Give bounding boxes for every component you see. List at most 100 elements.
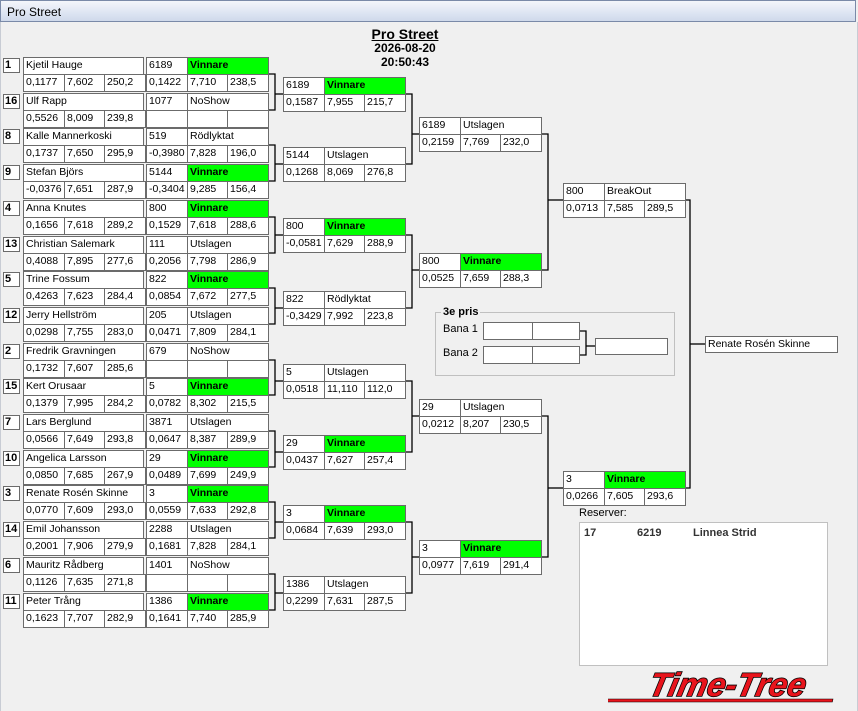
round2-status-row[interactable]: 679 NoShow (146, 343, 269, 361)
driver-name-box[interactable]: Angelica Larsson (23, 450, 144, 468)
round4-times-row[interactable]: 0,2159 7,769 232,0 (419, 134, 542, 152)
round3-status-row[interactable]: 5144 Utslagen (283, 147, 406, 165)
round2-times-row[interactable]: 0,0471 7,809 284,1 (146, 324, 269, 342)
driver-times-row[interactable]: 0,0850 7,685 267,9 (23, 467, 146, 485)
round3-status-row[interactable]: 5 Utslagen (283, 364, 406, 382)
driver-name-box[interactable]: Stefan Björs (23, 164, 144, 182)
driver-times-row[interactable]: -0,0376 7,651 287,9 (23, 181, 146, 199)
round4-status-row[interactable]: 6189 Utslagen (419, 117, 542, 135)
round2-status-row[interactable]: 822 Vinnare (146, 271, 269, 289)
round2-times-row[interactable]: -0,3980 7,828 196,0 (146, 145, 269, 163)
round2-status-row[interactable]: 111 Utslagen (146, 236, 269, 254)
round3-status-row[interactable]: 822 Rödlyktat (283, 291, 406, 309)
driver-times-row[interactable]: 0,1177 7,602 250,2 (23, 74, 146, 92)
driver-name-box[interactable]: Peter Trång (23, 593, 144, 611)
driver-times-row[interactable]: 0,1126 7,635 271,8 (23, 574, 146, 592)
driver-name-box[interactable]: Christian Salemark (23, 236, 144, 254)
round5-times-row[interactable]: 0,0266 7,605 293,6 (563, 488, 686, 506)
round2-times-row[interactable]: -0,3404 9,285 156,4 (146, 181, 269, 199)
round4-times-row[interactable]: 0,0977 7,619 291,4 (419, 557, 542, 575)
driver-name-box[interactable]: Ulf Rapp (23, 93, 144, 111)
driver-times-row[interactable]: 0,0770 7,609 293,0 (23, 502, 146, 520)
driver-name-box[interactable]: Trine Fossum (23, 271, 144, 289)
round3-status-row[interactable]: 3 Vinnare (283, 505, 406, 523)
champion-box[interactable]: Renate Rosén Skinne (705, 336, 838, 353)
round3-times-row[interactable]: 0,1268 8,069 276,8 (283, 164, 406, 182)
round3-times-row[interactable]: 0,0684 7,639 293,0 (283, 522, 406, 540)
round3-status-row[interactable]: 800 Vinnare (283, 218, 406, 236)
round2-times-row[interactable] (146, 574, 269, 592)
round2-times-row[interactable]: 0,1422 7,710 238,5 (146, 74, 269, 92)
round3-times-row[interactable]: 0,2299 7,631 287,5 (283, 593, 406, 611)
round3-status-row[interactable]: 6189 Vinnare (283, 77, 406, 95)
round2-times-row[interactable] (146, 110, 269, 128)
round5-status-row[interactable]: 800 BreakOut (563, 183, 686, 201)
round2-times-row[interactable]: 0,1529 7,618 288,6 (146, 217, 269, 235)
round2-times-row[interactable]: 0,0854 7,672 277,5 (146, 288, 269, 306)
round2-status-row[interactable]: 519 Rödlyktat (146, 128, 269, 146)
driver-name-box[interactable]: Fredrik Gravningen (23, 343, 144, 361)
round2-status-row[interactable]: 6189 Vinnare (146, 57, 269, 75)
driver-times-row[interactable]: 0,5526 8,009 239,8 (23, 110, 146, 128)
round3-times-row[interactable]: 0,0518 11,110 112,0 (283, 381, 406, 399)
round4-times-row[interactable]: 0,0525 7,659 288,3 (419, 270, 542, 288)
reaction-time: 0,0489 (149, 469, 182, 481)
driver-times-row[interactable]: 0,0298 7,755 283,0 (23, 324, 146, 342)
driver-times-row[interactable]: 0,4263 7,623 284,4 (23, 288, 146, 306)
driver-name-box[interactable]: Anna Knutes (23, 200, 144, 218)
round3-times-row[interactable]: 0,0437 7,627 257,4 (283, 452, 406, 470)
round2-status-row[interactable]: 1401 NoShow (146, 557, 269, 575)
round4-status-row[interactable]: 29 Utslagen (419, 399, 542, 417)
driver-times-row[interactable]: 0,1732 7,607 285,6 (23, 360, 146, 378)
driver-name-box[interactable]: Kalle Mannerkoski (23, 128, 144, 146)
driver-name-box[interactable]: Kjetil Hauge (23, 57, 144, 75)
driver-times-row[interactable]: 0,1737 7,650 295,9 (23, 145, 146, 163)
driver-name-box[interactable]: Kert Orusaar (23, 378, 144, 396)
driver-times-row[interactable]: 0,1623 7,707 282,9 (23, 610, 146, 628)
round2-status-row[interactable]: 800 Vinnare (146, 200, 269, 218)
round2-times-row[interactable]: 0,1641 7,740 285,9 (146, 610, 269, 628)
round3-status-row[interactable]: 29 Vinnare (283, 435, 406, 453)
reaction-time: 0,0559 (149, 504, 182, 516)
round2-times-row[interactable]: 0,2056 7,798 286,9 (146, 253, 269, 271)
round2-times-row[interactable] (146, 360, 269, 378)
round2-status-row[interactable]: 1077 NoShow (146, 93, 269, 111)
driver-times-row[interactable]: 0,1656 7,618 289,2 (23, 217, 146, 235)
round2-status-row[interactable]: 5 Vinnare (146, 378, 269, 396)
driver-name-box[interactable]: Renate Rosén Skinne (23, 485, 144, 503)
round2-times-row[interactable]: 0,0559 7,633 292,8 (146, 502, 269, 520)
round2-status-row[interactable]: 2288 Utslagen (146, 521, 269, 539)
round3-times-row[interactable]: 0,1587 7,955 215,7 (283, 94, 406, 112)
round4-status-row[interactable]: 800 Vinnare (419, 253, 542, 271)
reserves-list[interactable]: 17 6219 Linnea Strid (579, 522, 828, 666)
round3-times-row[interactable]: -0,3429 7,992 223,8 (283, 308, 406, 326)
round5-times-row[interactable]: 0,0713 7,585 289,5 (563, 200, 686, 218)
driver-name-box[interactable]: Lars Berglund (23, 414, 144, 432)
round2-status-row[interactable]: 1386 Vinnare (146, 593, 269, 611)
round2-status-row[interactable]: 5144 Vinnare (146, 164, 269, 182)
reaction-time: 0,4263 (26, 290, 59, 302)
round2-status-row[interactable]: 29 Vinnare (146, 450, 269, 468)
round2-times-row[interactable]: 0,0489 7,699 249,9 (146, 467, 269, 485)
driver-times-row[interactable]: 0,0566 7,649 293,8 (23, 431, 146, 449)
round2-times-row[interactable]: 0,0782 8,302 215,5 (146, 395, 269, 413)
third-place-result-box[interactable] (595, 338, 668, 355)
driver-name-box[interactable]: Emil Johansson (23, 521, 144, 539)
driver-name-box[interactable]: Jerry Hellström (23, 307, 144, 325)
round5-status-row[interactable]: 3 Vinnare (563, 471, 686, 489)
round3-status-row[interactable]: 1386 Utslagen (283, 576, 406, 594)
round3-times-row[interactable]: -0,0581 7,629 288,9 (283, 235, 406, 253)
round4-status-row[interactable]: 3 Vinnare (419, 540, 542, 558)
round2-times-row[interactable]: 0,0647 8,387 289,9 (146, 431, 269, 449)
round4-times-row[interactable]: 0,0212 8,207 230,5 (419, 416, 542, 434)
round2-status-row[interactable]: 3871 Utslagen (146, 414, 269, 432)
driver-name-box[interactable]: Mauritz Rådberg (23, 557, 144, 575)
third-place-lane-2-box[interactable] (483, 346, 580, 364)
driver-times-row[interactable]: 0,4088 7,895 277,6 (23, 253, 146, 271)
driver-times-row[interactable]: 0,1379 7,995 284,2 (23, 395, 146, 413)
third-place-lane-1-box[interactable] (483, 322, 580, 340)
driver-times-row[interactable]: 0,2001 7,906 279,9 (23, 538, 146, 556)
round2-status-row[interactable]: 3 Vinnare (146, 485, 269, 503)
round2-times-row[interactable]: 0,1681 7,828 284,1 (146, 538, 269, 556)
round2-status-row[interactable]: 205 Utslagen (146, 307, 269, 325)
